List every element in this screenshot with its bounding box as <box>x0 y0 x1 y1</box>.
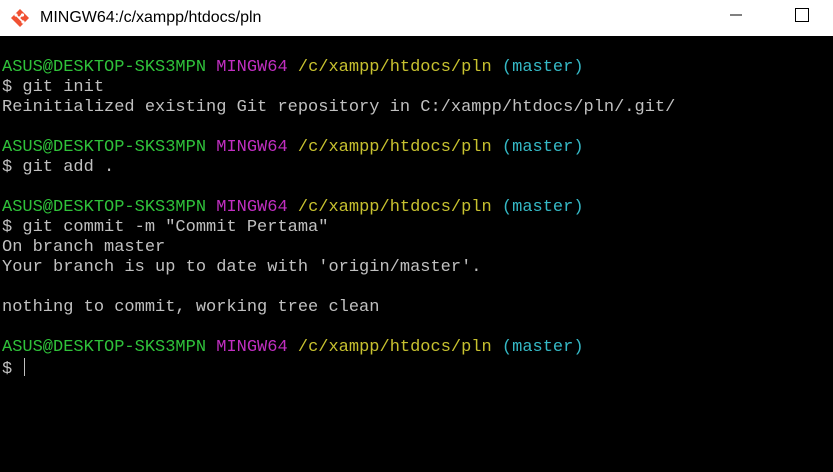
maximize-button[interactable] <box>779 0 825 34</box>
output-line: nothing to commit, working tree clean <box>2 298 380 317</box>
git-diamond-icon <box>10 8 30 28</box>
active-command-line[interactable]: $ <box>0 358 833 379</box>
maximize-icon <box>795 7 809 27</box>
command-line: $ git init <box>2 78 105 97</box>
title-bar[interactable]: MINGW64:/c/xampp/htdocs/pln <box>0 0 833 36</box>
command-line: $ git add . <box>2 158 115 177</box>
command-line: $ git commit -m "Commit Pertama" <box>2 218 329 237</box>
window-title: MINGW64:/c/xampp/htdocs/pln <box>40 9 262 26</box>
terminal-window: MINGW64:/c/xampp/htdocs/pln ASUS@DESKTOP… <box>0 0 833 472</box>
minimize-button[interactable] <box>713 0 759 34</box>
minimize-icon <box>729 8 743 27</box>
prompt-line: ASUS@DESKTOP-SKS3MPN MINGW64 /c/xampp/ht… <box>2 58 584 77</box>
terminal-output[interactable]: ASUS@DESKTOP-SKS3MPN MINGW64 /c/xampp/ht… <box>0 36 833 472</box>
text-cursor <box>24 358 26 376</box>
prompt-line: ASUS@DESKTOP-SKS3MPN MINGW64 /c/xampp/ht… <box>2 198 584 217</box>
prompt-line: ASUS@DESKTOP-SKS3MPN MINGW64 /c/xampp/ht… <box>2 338 584 357</box>
output-line: Your branch is up to date with 'origin/m… <box>2 258 482 277</box>
output-line: Reinitialized existing Git repository in… <box>2 98 676 117</box>
prompt-line: ASUS@DESKTOP-SKS3MPN MINGW64 /c/xampp/ht… <box>2 138 584 157</box>
output-line: On branch master <box>2 238 166 257</box>
